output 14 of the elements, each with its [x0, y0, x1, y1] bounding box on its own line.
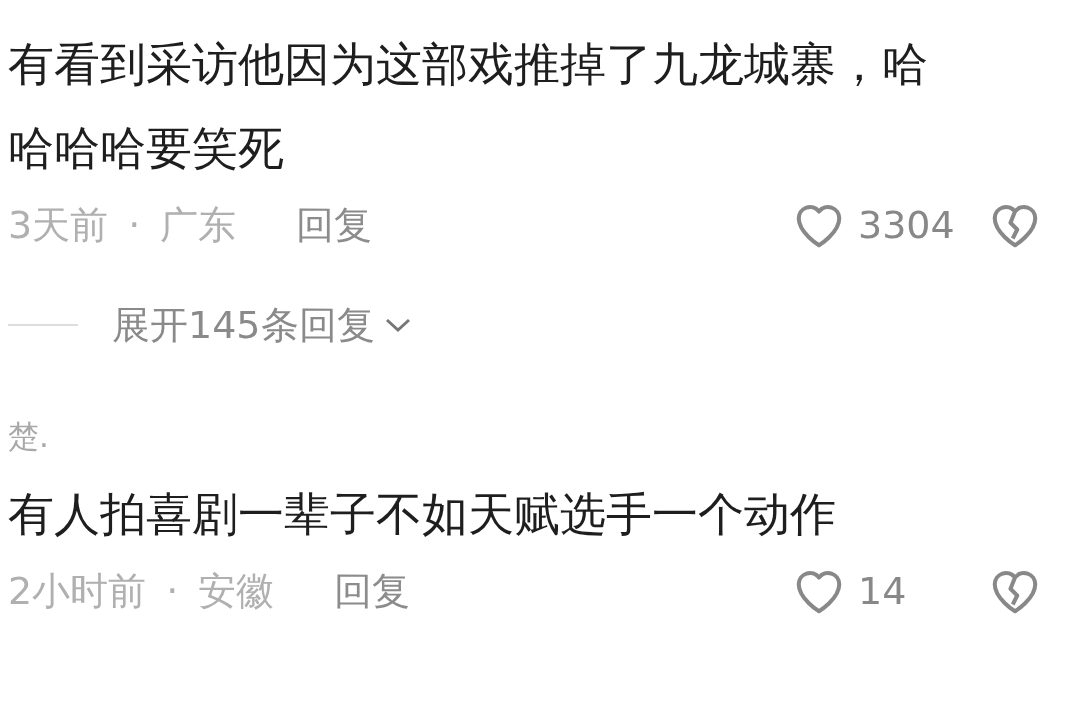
reply-link[interactable]: 回复 [296, 199, 373, 251]
comment-text: 有人拍喜剧一辈子不如天赋选手一个动作 [8, 486, 837, 543]
reply-link[interactable]: 回复 [334, 565, 411, 617]
username[interactable]: 楚. [8, 416, 1080, 458]
comment-text: 有看到采访他因为这部戏推掉了九龙城寨，哈哈哈哈要笑死 [8, 36, 929, 177]
comment-time: 2小时前 [8, 567, 147, 615]
separator-dot: · [128, 203, 141, 247]
comment-location: 安徽 [198, 567, 275, 615]
expand-replies-button[interactable]: 展开145条回复 [112, 299, 413, 351]
comment-time: 3天前 [8, 201, 109, 249]
like-count: 3304 [858, 203, 956, 247]
like-count: 14 [858, 569, 908, 613]
separator-dot: · [166, 569, 179, 613]
comment-location: 广东 [160, 201, 237, 249]
